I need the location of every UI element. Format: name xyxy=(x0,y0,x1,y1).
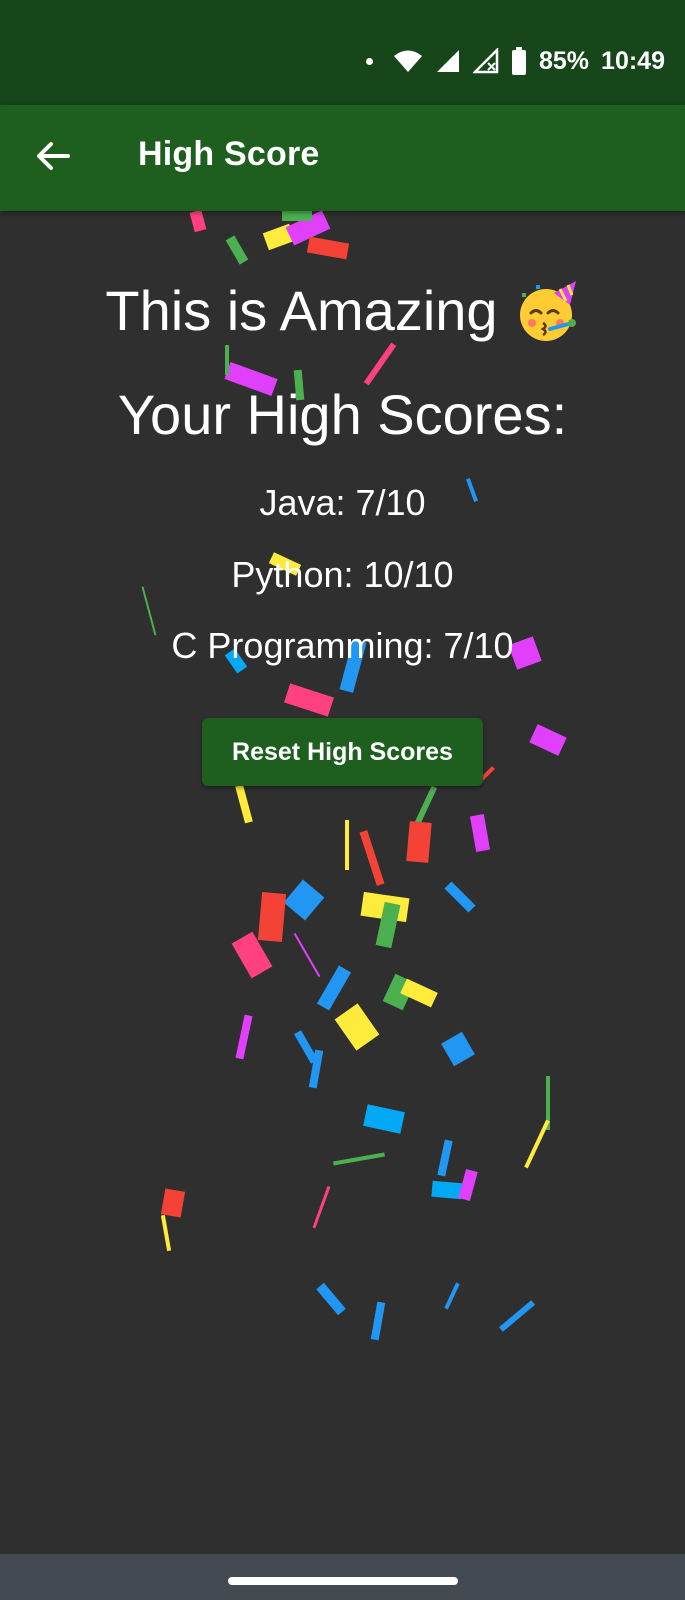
confetti-piece xyxy=(363,342,397,386)
confetti-piece xyxy=(458,1168,478,1202)
confetti-piece xyxy=(334,1003,380,1051)
confetti-piece xyxy=(316,1282,346,1316)
confetti-piece xyxy=(312,1185,331,1229)
confetti-piece xyxy=(382,973,416,1011)
status-bar: 85% 10:49 xyxy=(0,0,685,105)
confetti-piece xyxy=(360,891,410,923)
confetti-piece xyxy=(529,724,567,756)
notification-dot-icon xyxy=(366,57,373,65)
score-java: Java: 7/10 xyxy=(259,482,426,523)
score-c-programming: C Programming: 7/10 xyxy=(171,625,514,666)
confetti-piece xyxy=(469,814,491,852)
partying-face-emoji-icon xyxy=(516,279,580,343)
confetti-piece xyxy=(235,784,253,824)
confetti-piece xyxy=(363,1104,405,1134)
battery-icon xyxy=(511,47,527,75)
confetti-piece xyxy=(414,785,438,825)
confetti-piece xyxy=(437,1139,453,1177)
confetti-piece xyxy=(406,821,432,863)
confetti-piece xyxy=(431,1180,463,1200)
arrow-left-icon xyxy=(36,141,70,176)
confetti-piece xyxy=(316,965,352,1011)
confetti-piece xyxy=(444,881,476,913)
reset-high-scores-button[interactable]: Reset High Scores xyxy=(202,718,483,786)
headline-text: This is Amazing xyxy=(105,279,498,342)
confetti-piece xyxy=(160,1214,172,1252)
confetti-piece xyxy=(400,978,438,1008)
confetti-piece xyxy=(294,1030,318,1064)
confetti-piece xyxy=(375,901,401,949)
confetti-piece xyxy=(283,879,325,921)
confetti-piece xyxy=(282,211,312,221)
confetti-piece xyxy=(225,235,249,265)
clock: 10:49 xyxy=(601,46,665,75)
confetti-piece xyxy=(333,1152,385,1166)
back-button[interactable] xyxy=(28,133,78,183)
confetti-piece xyxy=(370,1301,386,1341)
score-python: Python: 10/10 xyxy=(231,554,454,595)
confetti-piece xyxy=(257,892,287,942)
confetti-piece xyxy=(235,1014,253,1060)
page-title: High Score xyxy=(138,135,320,173)
status-icons: 85% 10:49 xyxy=(366,44,665,78)
confetti-piece xyxy=(498,1300,536,1332)
signal-no-service-icon xyxy=(473,48,499,74)
confetti-piece xyxy=(345,820,349,870)
signal-icon xyxy=(435,48,461,74)
confetti-piece xyxy=(284,683,334,717)
confetti-piece xyxy=(546,1076,550,1130)
confetti-piece xyxy=(308,1049,324,1089)
confetti-piece xyxy=(359,830,385,886)
confetti-piece xyxy=(189,211,207,233)
confetti-piece xyxy=(293,932,321,978)
confetti-piece xyxy=(441,1031,475,1067)
confetti-piece xyxy=(160,1188,186,1218)
wifi-icon xyxy=(393,49,423,73)
home-gesture-handle[interactable] xyxy=(228,1577,458,1585)
confetti-piece xyxy=(444,1282,460,1310)
confetti-piece xyxy=(231,931,273,979)
confetti-piece xyxy=(225,345,229,375)
confetti-piece xyxy=(285,211,331,246)
system-nav-bar xyxy=(0,1554,685,1600)
confetti-piece xyxy=(524,1119,550,1169)
high-scores-heading: Your High Scores: xyxy=(117,383,568,446)
app-bar: High Score xyxy=(0,105,685,211)
confetti-piece xyxy=(306,236,350,260)
confetti-piece xyxy=(262,223,296,251)
battery-percent: 85% xyxy=(539,46,590,75)
headline: This is Amazing xyxy=(0,279,685,343)
